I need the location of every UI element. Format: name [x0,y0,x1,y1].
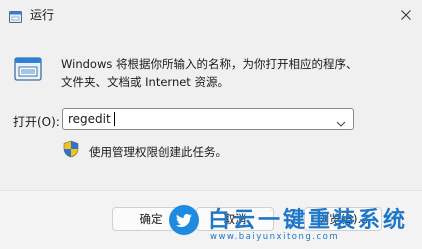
close-button[interactable] [394,3,418,25]
open-combobox[interactable] [62,108,354,130]
admin-note: 使用管理权限创建此任务。 [89,145,227,159]
uac-shield-icon [63,140,79,158]
watermark-url: www.baiyunxitong.com [210,232,340,242]
window-title: 运行 [30,8,55,22]
text-caret [114,112,115,126]
chevron-down-icon[interactable] [335,114,347,127]
watermark-title: 白云一键重装系统 [208,208,409,233]
description-line-2: 文件夹、文档或 Internet 资源。 [61,75,229,89]
close-icon [401,5,411,24]
open-input[interactable] [63,109,338,129]
description-line-1: Windows 将根据你所输入的名称，为你打开相应的程序、 [61,57,358,71]
watermark: 白云一键重装系统 www.baiyunxitong.com [162,196,422,248]
open-field-label: 打开(O): [13,115,60,129]
run-dialog: 运行 Windows 将根据你所输入的名称，为你打开相应的程序、 文件夹、文档或… [0,0,422,249]
run-dialog-icon [14,56,42,82]
twitter-bird-icon [168,204,200,236]
run-app-icon [9,8,22,23]
title-bar: 运行 [0,0,422,30]
dialog-description: Windows 将根据你所输入的名称，为你打开相应的程序、 文件夹、文档或 In… [61,55,401,91]
